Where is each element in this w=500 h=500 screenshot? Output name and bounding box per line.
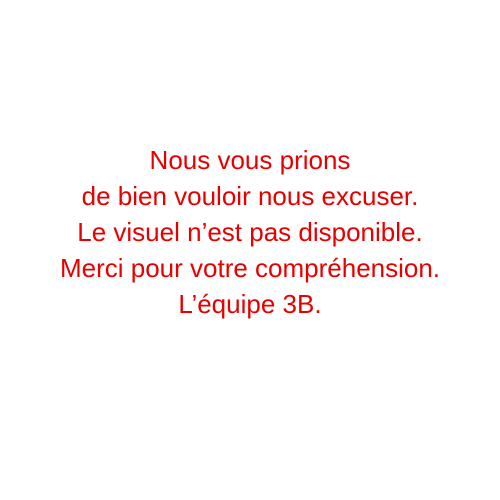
- message-line-2: de bien vouloir nous excuser.: [81, 181, 419, 211]
- message-line-4: Merci pour votre compréhension.: [59, 253, 441, 283]
- message-line-3: Le visuel n’est pas disponible.: [77, 217, 423, 247]
- unavailable-message: Nous vous prions de bien vouloir nous ex…: [0, 142, 500, 322]
- image-unavailable-placeholder: Nous vous prions de bien vouloir nous ex…: [0, 0, 500, 500]
- message-line-1: Nous vous prions: [149, 145, 351, 175]
- message-line-5: L’équipe 3B.: [178, 289, 322, 319]
